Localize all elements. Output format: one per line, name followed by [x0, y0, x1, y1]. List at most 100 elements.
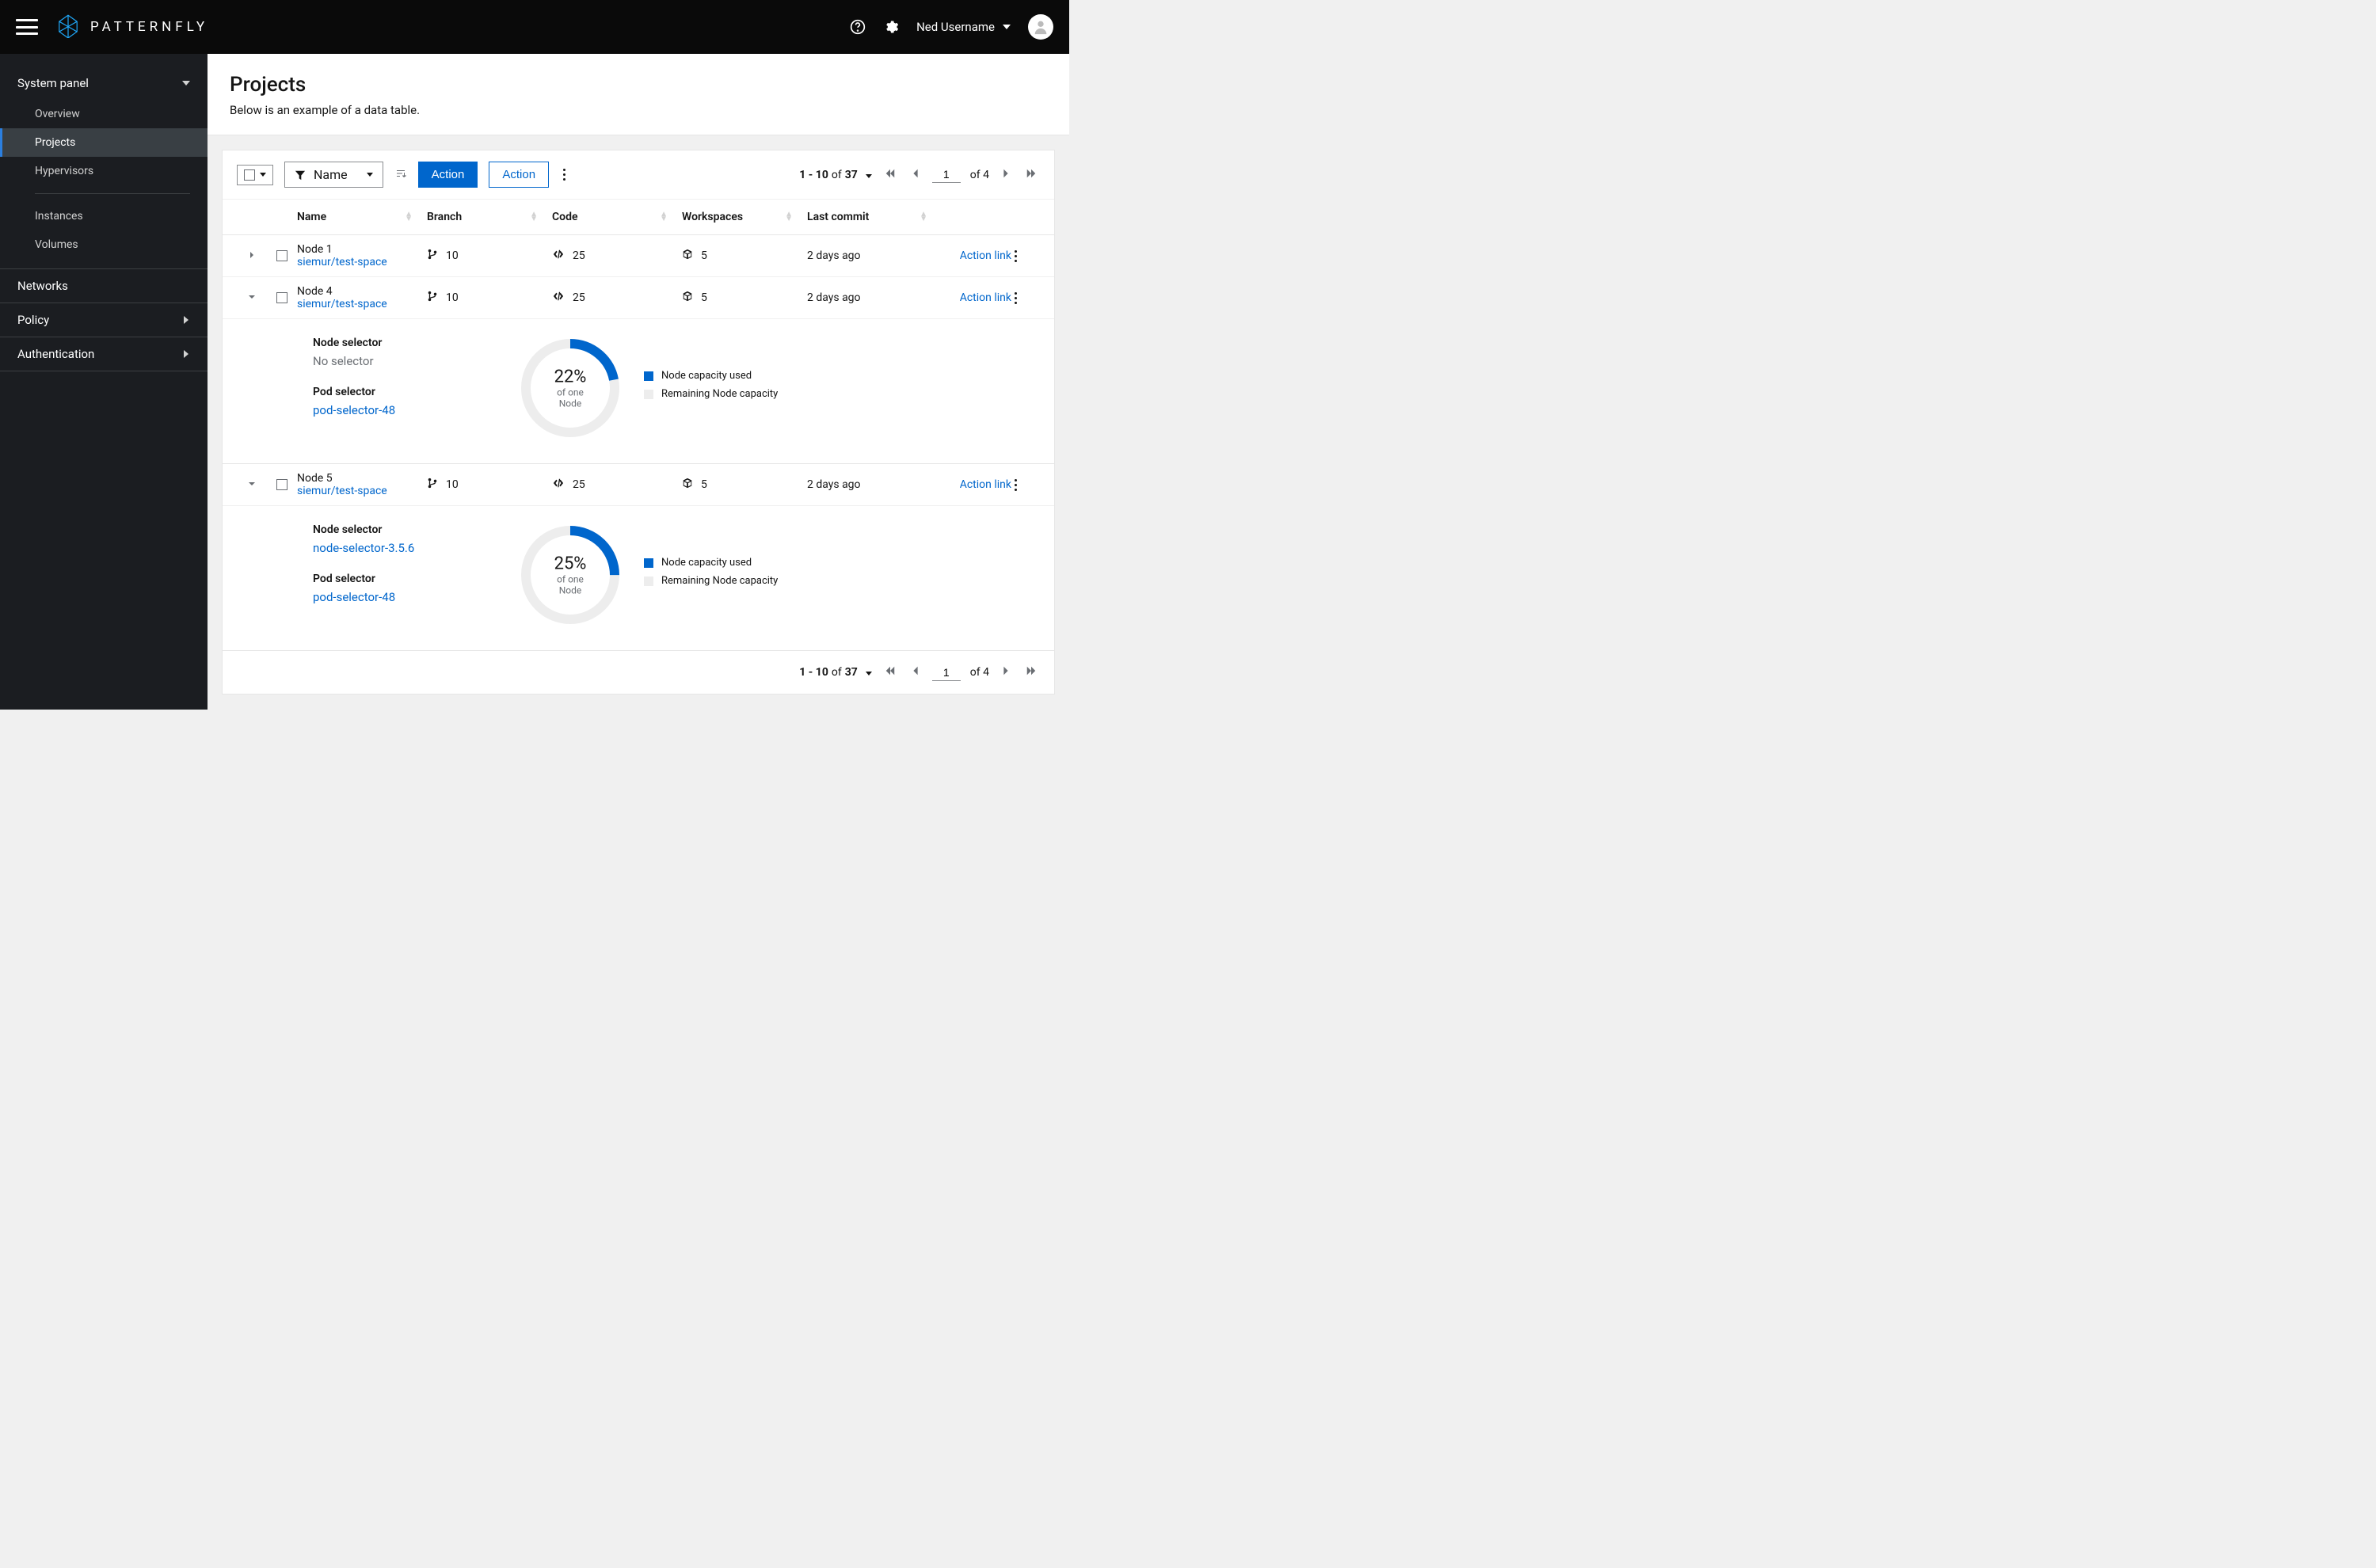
row-sublink[interactable]: siemur/test-space	[297, 485, 427, 497]
nav-item-policy[interactable]: Policy	[0, 303, 208, 337]
code-icon	[552, 249, 565, 263]
page-first-icon[interactable]	[881, 165, 899, 185]
page-total: of 4	[970, 169, 989, 181]
donut-legend: Node capacity used Remaining Node capaci…	[644, 370, 778, 406]
username-label: Ned Username	[916, 20, 995, 34]
pod-selector-value[interactable]: pod-selector-48	[313, 403, 471, 417]
row-sublink[interactable]: siemur/test-space	[297, 256, 427, 268]
column-name[interactable]: Name▲▼	[297, 211, 427, 223]
nav-item-projects[interactable]: Projects	[0, 128, 208, 157]
page-prev-icon[interactable]	[908, 662, 923, 683]
column-workspaces[interactable]: Workspaces▲▼	[682, 211, 807, 223]
column-last-commit[interactable]: Last commit▲▼	[807, 211, 942, 223]
page-next-icon[interactable]	[999, 662, 1013, 683]
column-code[interactable]: Code▲▼	[552, 211, 682, 223]
row-workspaces: 5	[682, 249, 807, 263]
page-title: Projects	[230, 73, 1047, 97]
row-workspaces: 5	[682, 478, 807, 492]
filter-dropdown[interactable]: Name	[284, 162, 383, 188]
chevron-down-icon	[866, 174, 872, 178]
action-secondary-button[interactable]: Action	[489, 162, 549, 188]
pod-selector-label: Pod selector	[313, 386, 471, 398]
nav-section-system-panel[interactable]: System panel	[0, 67, 208, 100]
nav-item-label: Authentication	[17, 347, 94, 361]
legend-swatch-used	[644, 558, 653, 568]
pod-selector-value[interactable]: pod-selector-48	[313, 590, 471, 604]
row-checkbox[interactable]	[276, 292, 287, 303]
legend-swatch-remaining	[644, 577, 653, 586]
user-menu[interactable]: Ned Username	[916, 20, 1011, 34]
donut-percent: 25%	[545, 554, 596, 574]
chevron-down-icon[interactable]	[248, 478, 256, 491]
row-name: Node 5	[297, 472, 427, 485]
row-kebab-menu[interactable]	[1011, 247, 1040, 265]
action-primary-button[interactable]: Action	[418, 162, 478, 188]
pagination-range[interactable]: 1 - 10 of 37	[799, 666, 872, 679]
row-sublink[interactable]: siemur/test-space	[297, 298, 427, 310]
gear-icon[interactable]	[883, 19, 899, 35]
page-last-icon[interactable]	[1022, 662, 1040, 683]
column-branch[interactable]: Branch▲▼	[427, 211, 552, 223]
nav-item-label: Policy	[17, 313, 49, 327]
row-action-link[interactable]: Action link	[960, 249, 1011, 262]
main-content: Projects Below is an example of a data t…	[208, 54, 1069, 710]
filter-label: Name	[314, 167, 348, 182]
nav-item-networks[interactable]: Networks	[0, 269, 208, 303]
page-prev-icon[interactable]	[908, 165, 923, 185]
sort-arrows-icon: ▲▼	[920, 212, 927, 222]
page-last-icon[interactable]	[1022, 165, 1040, 185]
row-code: 25	[552, 478, 682, 492]
node-selector-value[interactable]: node-selector-3.5.6	[313, 541, 471, 555]
table-row: Node 1siemur/test-space 10 25 5 2 days a…	[223, 235, 1054, 277]
chevron-right-icon	[184, 350, 188, 358]
legend-used-label: Node capacity used	[661, 557, 752, 569]
page-next-icon[interactable]	[999, 165, 1013, 185]
avatar[interactable]	[1028, 14, 1053, 40]
chevron-right-icon[interactable]	[248, 249, 256, 262]
row-checkbox[interactable]	[276, 250, 287, 261]
nav-item-hypervisors[interactable]: Hypervisors	[0, 157, 208, 185]
pod-selector-label: Pod selector	[313, 573, 471, 585]
pagination-range[interactable]: 1 - 10 of 37	[799, 169, 872, 181]
chevron-down-icon	[367, 173, 373, 177]
sort-arrows-icon: ▲▼	[405, 212, 413, 222]
sort-icon[interactable]	[394, 167, 407, 183]
row-checkbox[interactable]	[276, 479, 287, 490]
nav-item-authentication[interactable]: Authentication	[0, 337, 208, 371]
brand-text: PATTERNFLY	[90, 19, 208, 35]
table-row: Node 5siemur/test-space 10 25 5 2 days a…	[223, 464, 1054, 506]
row-action-link[interactable]: Action link	[960, 291, 1011, 304]
legend-used-label: Node capacity used	[661, 370, 752, 382]
page-total: of 4	[970, 666, 989, 679]
sort-arrows-icon: ▲▼	[785, 212, 793, 222]
chevron-down-icon[interactable]	[248, 291, 256, 304]
row-kebab-menu[interactable]	[1011, 476, 1040, 494]
nav-item-instances[interactable]: Instances	[0, 202, 208, 230]
nav-item-overview[interactable]: Overview	[0, 100, 208, 128]
legend-swatch-used	[644, 371, 653, 381]
nav-item-volumes[interactable]: Volumes	[0, 230, 208, 259]
chevron-down-icon	[260, 173, 266, 177]
node-selector-label: Node selector	[313, 523, 471, 536]
code-icon	[552, 291, 565, 305]
page-input[interactable]	[932, 166, 961, 183]
nav-section-label: System panel	[17, 76, 89, 90]
row-last-commit: 2 days ago	[807, 291, 942, 304]
cube-icon	[682, 249, 693, 263]
chevron-down-icon	[866, 672, 872, 676]
page-input[interactable]	[932, 664, 961, 681]
row-action-link[interactable]: Action link	[960, 478, 1011, 491]
kebab-menu[interactable]	[560, 166, 569, 184]
brand-logo[interactable]: PATTERNFLY	[55, 13, 208, 41]
bulk-select[interactable]	[237, 165, 273, 185]
chevron-down-icon	[1003, 25, 1011, 29]
page-first-icon[interactable]	[881, 662, 899, 683]
legend-remaining-label: Remaining Node capacity	[661, 575, 778, 587]
table-header-row: Name▲▼ Branch▲▼ Code▲▼ Workspaces▲▼ Last…	[223, 200, 1054, 235]
help-icon[interactable]	[850, 19, 866, 35]
row-kebab-menu[interactable]	[1011, 289, 1040, 307]
pagination-top: 1 - 10 of 37 of 4	[799, 165, 1040, 185]
hamburger-icon[interactable]	[16, 19, 38, 35]
donut-sublabel: of one Node	[545, 387, 596, 409]
row-expanded-content: Node selector node-selector-3.5.6 Pod se…	[223, 506, 1054, 650]
